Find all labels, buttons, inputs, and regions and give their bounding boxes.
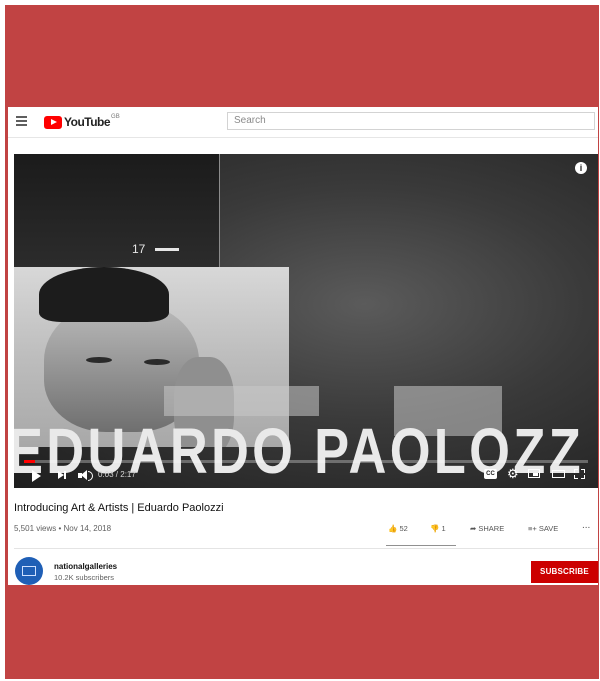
video-stats: 5,501 views • Nov 14, 2018 bbox=[14, 524, 112, 533]
theater-mode-icon[interactable] bbox=[552, 470, 565, 478]
save-button[interactable]: ≡+ SAVE bbox=[528, 524, 558, 533]
video-frame-panel bbox=[14, 154, 219, 269]
channel-name[interactable]: nationalgalleries bbox=[54, 562, 117, 571]
video-title: Introducing Art & Artists | Eduardo Paol… bbox=[14, 502, 224, 514]
film-frame-marker bbox=[155, 248, 179, 251]
menu-icon[interactable] bbox=[16, 116, 27, 126]
masthead: YouTube GB Search bbox=[8, 107, 598, 138]
subscriber-count: 10.2K subscribers bbox=[54, 573, 115, 582]
share-button[interactable]: ➦ SHARE bbox=[470, 524, 504, 533]
fullscreen-icon[interactable] bbox=[574, 469, 585, 479]
progress-fill bbox=[24, 460, 36, 463]
divider bbox=[14, 548, 598, 549]
subscribe-button[interactable]: SUBSCRIBE bbox=[531, 561, 598, 583]
info-icon[interactable]: i bbox=[575, 162, 587, 174]
share-icon: ➦ bbox=[470, 524, 477, 533]
play-icon[interactable] bbox=[32, 470, 41, 482]
youtube-play-icon bbox=[44, 115, 62, 129]
captions-icon[interactable]: CC bbox=[484, 469, 497, 479]
thumbs-down-icon: 👎 bbox=[430, 524, 440, 533]
save-playlist-icon: ≡+ bbox=[528, 524, 537, 533]
dislike-count: 1 bbox=[441, 524, 446, 533]
search-input[interactable]: Search bbox=[227, 112, 595, 130]
thumbs-up-icon: 👍 bbox=[388, 524, 398, 533]
save-label: SAVE bbox=[538, 524, 559, 533]
region-code: GB bbox=[111, 114, 120, 120]
more-actions-button[interactable]: ... bbox=[582, 520, 590, 531]
film-frame-number: 17 bbox=[132, 242, 146, 256]
portrait-eye bbox=[86, 357, 112, 363]
youtube-screen: YouTube GB Search 17 EDUARDO PAOLOZZ i 0… bbox=[8, 107, 598, 585]
video-player[interactable]: 17 EDUARDO PAOLOZZ i 0:03 / 2:17 CC ⚙ bbox=[14, 154, 598, 488]
portrait-hair bbox=[39, 267, 169, 322]
time-display: 0:03 / 2:17 bbox=[98, 470, 136, 479]
share-label: SHARE bbox=[478, 524, 505, 533]
progress-bar[interactable] bbox=[24, 460, 588, 463]
logo-text: YouTube bbox=[64, 115, 111, 129]
portrait-eye bbox=[144, 359, 170, 365]
youtube-logo[interactable]: YouTube GB bbox=[44, 114, 120, 129]
like-ratio-bar bbox=[386, 545, 456, 546]
channel-avatar[interactable] bbox=[15, 557, 43, 585]
miniplayer-icon[interactable] bbox=[528, 469, 540, 478]
gear-icon[interactable]: ⚙ bbox=[507, 467, 519, 480]
overlay-stripe bbox=[164, 386, 319, 416]
like-count: 52 bbox=[399, 524, 408, 533]
dislike-button[interactable]: 👎 1 bbox=[430, 524, 446, 533]
like-button[interactable]: 👍 52 bbox=[388, 524, 408, 533]
